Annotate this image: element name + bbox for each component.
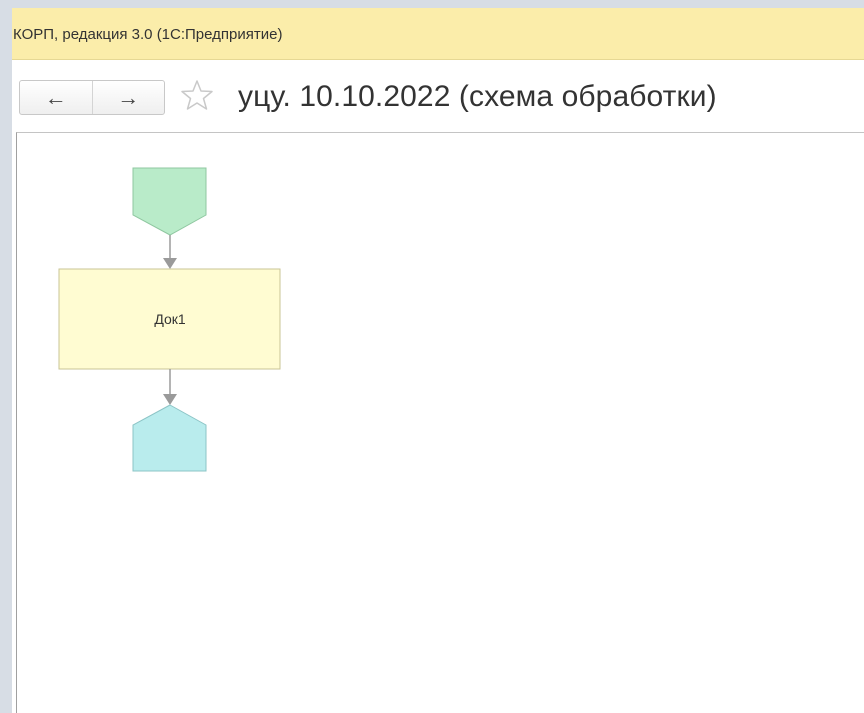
window-title: т КОРП, редакция 3.0 (1С:Предприятие) <box>12 26 283 43</box>
navigation-buttons: ← → <box>19 80 165 115</box>
flowchart-end-node[interactable] <box>132 404 207 472</box>
arrow-right-icon: → <box>117 84 140 110</box>
window-titlebar: т КОРП, редакция 3.0 (1С:Предприятие) <box>12 8 864 60</box>
page-title: уцу. 10.10.2022 (схема обработки) <box>238 80 717 113</box>
flowchart-doc-label: Док1 <box>154 311 186 327</box>
arrowhead-icon <box>163 394 177 405</box>
flowchart-diagram: Док1 <box>58 167 281 472</box>
flowchart-canvas: Док1 <box>16 132 864 713</box>
form-toolbar: ← → уцу. 10.10.2022 (схема обработки) <box>12 60 864 132</box>
flowchart-start-node[interactable] <box>132 167 207 236</box>
arrow-left-icon: ← <box>44 84 67 110</box>
forward-button[interactable]: → <box>91 81 165 114</box>
app-window: т КОРП, редакция 3.0 (1С:Предприятие) ← … <box>12 8 864 713</box>
back-button[interactable]: ← <box>20 81 92 114</box>
arrowhead-icon <box>163 258 177 269</box>
star-icon[interactable] <box>180 78 214 112</box>
